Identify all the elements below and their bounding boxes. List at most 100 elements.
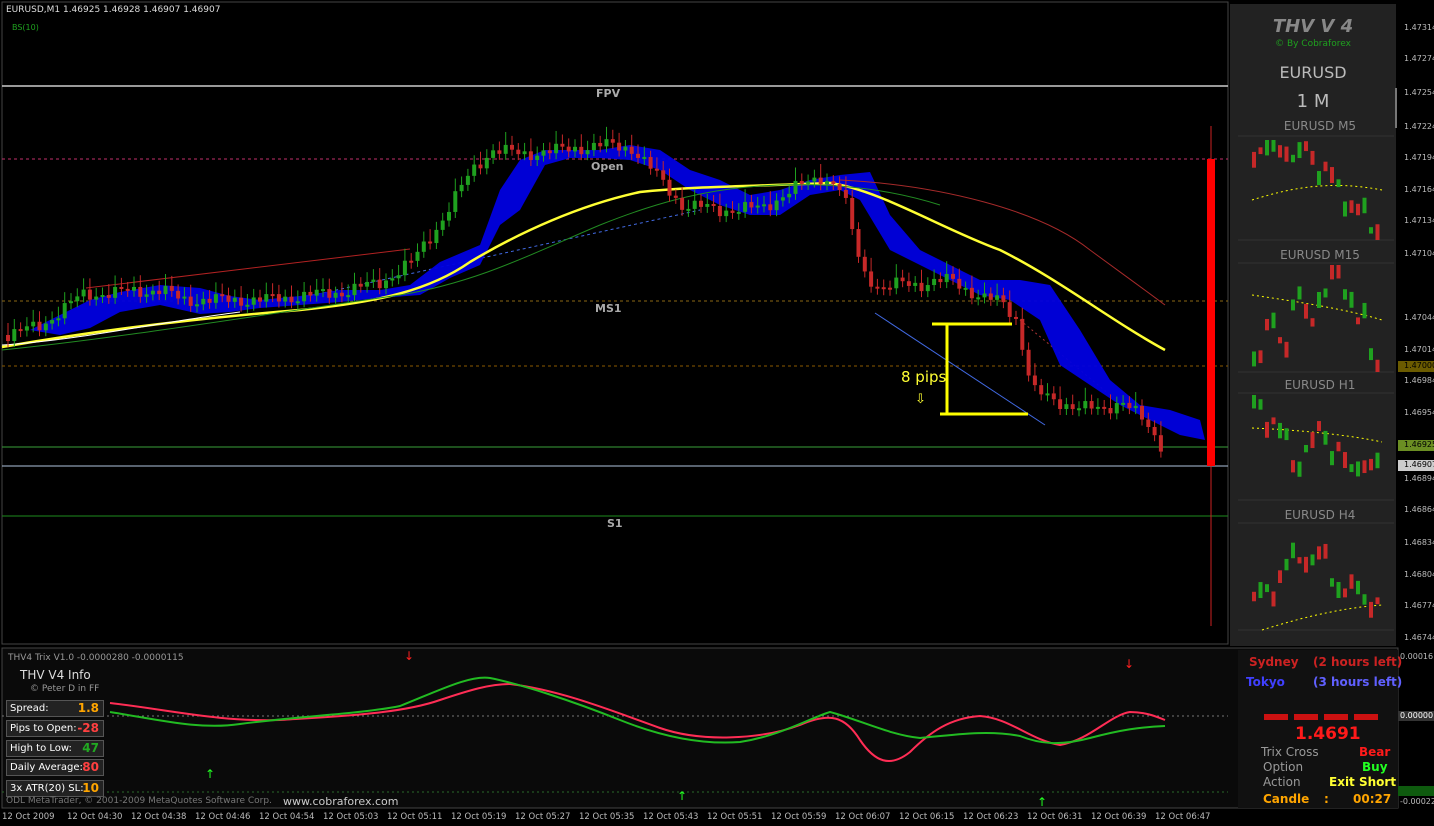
candle-body: [37, 321, 42, 331]
mini-candle-body: [1310, 554, 1315, 566]
candle-body: [283, 296, 288, 302]
action-label: Action: [1263, 775, 1301, 789]
candle-body: [535, 155, 540, 161]
candle-body: [875, 286, 880, 289]
candle-body: [843, 189, 848, 198]
mini-candle-body: [1310, 150, 1315, 165]
candle-body: [869, 271, 874, 287]
candle-body: [566, 146, 571, 152]
time-axis-label: 12 Oct 04:54: [259, 812, 315, 822]
candle-body: [415, 251, 420, 261]
info-row-label: Pips to Open:: [10, 723, 77, 734]
candle-body: [1020, 318, 1025, 350]
candle-body: [717, 206, 722, 217]
price-axis-label: 1.46907: [1404, 460, 1434, 469]
candle-body: [276, 294, 281, 302]
mini-candle-body: [1375, 224, 1380, 240]
candle-body: [18, 329, 23, 332]
candle-body: [327, 289, 332, 298]
candle-body: [459, 184, 464, 192]
buy-arrow-icon: ↑: [205, 767, 215, 781]
mini-candle-body: [1278, 337, 1282, 344]
session-sydney: Sydney: [1249, 655, 1299, 669]
candle-body: [258, 297, 262, 302]
candle-body: [43, 323, 48, 331]
option-value: Buy: [1362, 760, 1388, 774]
candle-body: [969, 287, 974, 299]
mini-candle-body: [1297, 142, 1302, 159]
candle-body: [106, 295, 111, 298]
mini-candle-body: [1284, 341, 1289, 358]
mini-chart-label: EURUSD H1: [1284, 378, 1356, 392]
chart-canvas[interactable]: ↓ ↓ ↑ ↑ ↑: [0, 0, 1434, 826]
candle-body: [478, 164, 483, 169]
candle-body: [150, 290, 155, 295]
price-axis-label: 1.46774: [1404, 601, 1434, 610]
pips-annotation: 8 pips: [901, 368, 947, 386]
price-axis-label: 1.47314: [1404, 23, 1434, 32]
candle-body: [667, 179, 672, 196]
mini-candle-body: [1323, 430, 1328, 445]
candle-body: [1140, 405, 1144, 420]
candle-body: [724, 210, 729, 217]
mini-candle-body: [1330, 451, 1334, 466]
candle-body: [661, 170, 666, 180]
time-axis-label: 12 Oct 05:03: [323, 812, 379, 822]
candle-body: [390, 278, 395, 281]
copyright: ODL MetaTrader, © 2001-2009 MetaQuotes S…: [6, 796, 272, 806]
info-row-label: Spread:: [10, 703, 49, 714]
mini-candle-body: [1349, 574, 1354, 589]
mini-candle-body: [1336, 265, 1341, 279]
trix-cross-value: Bear: [1359, 745, 1391, 759]
price-axis-label: 1.47224: [1404, 122, 1434, 131]
candle-body: [314, 289, 319, 296]
price-axis-label: 1.47194: [1404, 153, 1434, 162]
mini-candle-body: [1330, 167, 1334, 184]
mini-candle-body: [1284, 146, 1289, 162]
time-axis-label: 12 Oct 04:38: [131, 812, 187, 822]
candle-body: [377, 279, 382, 289]
candle-body: [182, 296, 187, 299]
candle-body: [132, 286, 136, 291]
candle-body: [484, 157, 489, 169]
candle-body: [119, 286, 124, 289]
candle-body: [736, 211, 741, 214]
ms1-label: MS1: [595, 302, 622, 315]
mini-chart-label: EURUSD H4: [1284, 508, 1356, 522]
candle-body: [944, 273, 949, 283]
price-axis-label: 1.47274: [1404, 54, 1434, 63]
action-value: Exit Short: [1329, 775, 1397, 789]
panel-symbol: EURUSD: [1279, 63, 1347, 82]
time-axis-label: 12 Oct 06:15: [899, 812, 955, 822]
candle-body: [24, 326, 29, 331]
candle-body: [516, 149, 521, 155]
mini-candle-body: [1252, 591, 1256, 602]
candle-body: [749, 202, 754, 208]
info-row-value: 47: [82, 741, 99, 755]
current-price: 1.4691: [1295, 724, 1361, 744]
candle-body: [169, 285, 174, 291]
mini-candle-body: [1317, 291, 1321, 308]
candle-body: [31, 321, 36, 327]
candle-body: [251, 297, 256, 305]
mini-candle-body: [1297, 461, 1302, 477]
mini-candle-body: [1291, 154, 1295, 163]
candle-body: [919, 282, 924, 292]
candle-body: [510, 144, 514, 150]
candle-body: [1045, 393, 1050, 396]
price-axis-label: 1.47044: [1404, 313, 1434, 322]
candle-body: [239, 297, 244, 306]
candle-body: [913, 282, 918, 286]
candle-body: [617, 142, 622, 151]
candle-timer: 00:27: [1353, 792, 1392, 806]
candle-body: [295, 301, 300, 304]
candle-body: [1039, 385, 1044, 395]
price-axis-label: 1.47134: [1404, 216, 1434, 225]
candle-body: [421, 241, 426, 252]
session-tokyo-left: (3 hours left): [1313, 675, 1403, 689]
mini-candle-body: [1362, 197, 1367, 214]
candle-body: [837, 183, 842, 190]
mini-candle-body: [1323, 288, 1328, 298]
website-link[interactable]: www.cobraforex.com: [283, 795, 398, 808]
time-axis-label: 12 Oct 05:59: [771, 812, 827, 822]
